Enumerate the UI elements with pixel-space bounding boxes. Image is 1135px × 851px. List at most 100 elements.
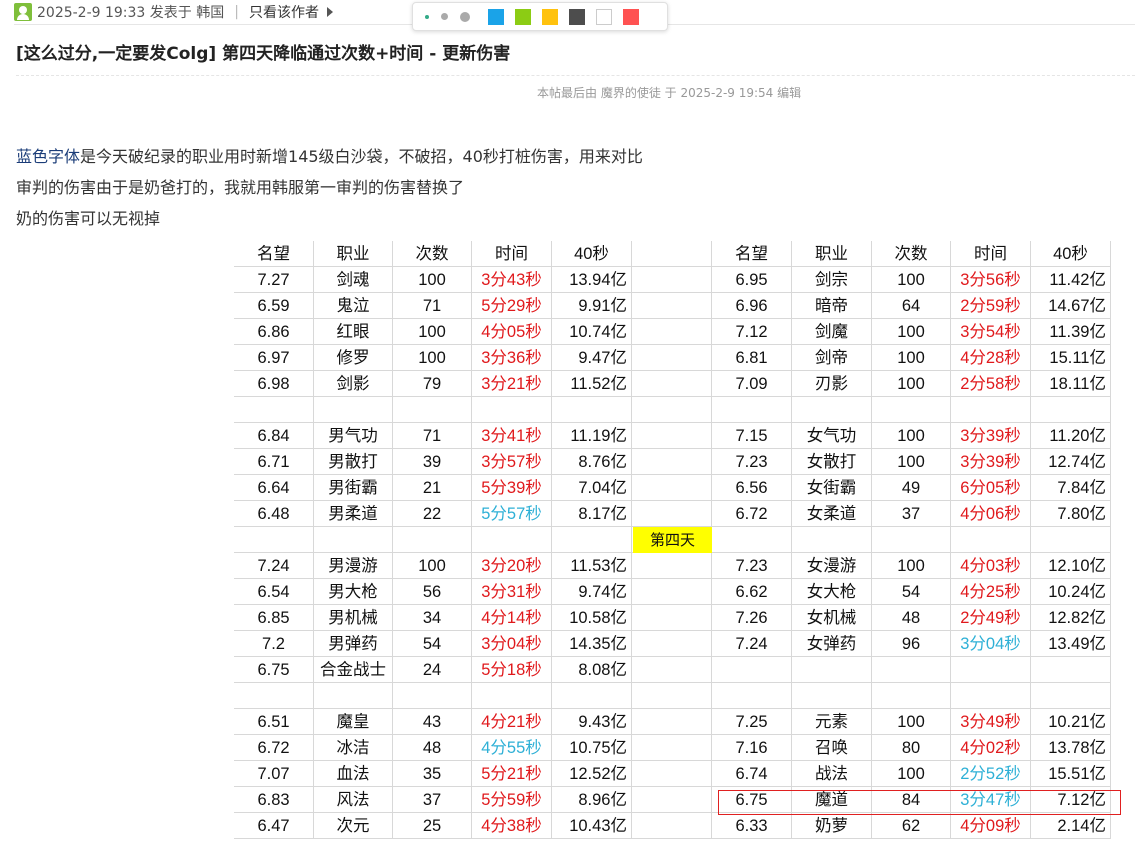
table-cell: 11.52亿 [552,371,632,397]
table-cell: 8.96亿 [552,787,632,813]
table-cell [712,527,792,553]
table-cell [712,397,792,423]
table-cell: 6.64 [234,475,314,501]
table-cell: 6.83 [234,787,314,813]
table-cell: 9.74亿 [552,579,632,605]
table-cell: 100 [872,553,951,579]
table-cell: 6.96 [712,293,792,319]
table-cell [632,709,712,735]
table-cell: 39 [393,449,472,475]
table-cell [234,527,314,553]
table-cell: 6.54 [234,579,314,605]
table-cell [632,397,712,423]
blue-text-label: 蓝色字体 [16,147,81,166]
table-cell: 48 [872,605,951,631]
table-cell: 3分39秒 [951,449,1031,475]
table-cell: 15.11亿 [1031,345,1111,371]
table-cell: 11.53亿 [552,553,632,579]
table-cell: 6.62 [712,579,792,605]
table-cell [632,423,712,449]
meta-separator: | [234,4,239,20]
table-cell: 男大枪 [314,579,393,605]
table-cell: 100 [872,761,951,787]
table-cell: 6.59 [234,293,314,319]
user-avatar-icon[interactable] [14,3,32,21]
table-cell: 女柔道 [792,501,872,527]
table-cell [632,657,712,683]
table-cell: 4分21秒 [472,709,552,735]
only-author-link[interactable]: 只看该作者 [249,2,319,22]
table-cell: 7.23 [712,449,792,475]
table-cell: 13.94亿 [552,267,632,293]
table-cell [712,657,792,683]
table-cell: 9.43亿 [552,709,632,735]
table-cell: 100 [872,423,951,449]
table-cell: 9.47亿 [552,345,632,371]
table-cell: 6.47 [234,813,314,839]
color-swatch[interactable] [515,8,531,25]
table-cell [951,527,1031,553]
table-cell: 10.24亿 [1031,579,1111,605]
table-cell: 3分04秒 [472,631,552,657]
brush-small-icon[interactable] [425,14,429,19]
table-cell: 7.12 [712,319,792,345]
table-cell: 6.84 [234,423,314,449]
table-cell: 100 [872,449,951,475]
table-cell: 6.75 [234,657,314,683]
brush-medium-icon[interactable] [441,13,448,20]
title-divider [16,75,1135,76]
table-cell: 6.95 [712,267,792,293]
table-cell: 15.51亿 [1031,761,1111,787]
brush-large-icon[interactable] [460,11,470,22]
table-cell [552,527,632,553]
color-swatch[interactable] [488,8,504,25]
table-cell: 2.14亿 [1031,813,1111,839]
table-cell: 7.24 [234,553,314,579]
table-cell [472,683,552,709]
table-cell: 次元 [314,813,393,839]
table-cell [1031,683,1111,709]
table-cell: 56 [393,579,472,605]
table-cell: 21 [393,475,472,501]
table-cell: 35 [393,761,472,787]
table-header-cell [632,241,712,267]
color-swatch[interactable] [596,8,612,25]
table-cell [632,631,712,657]
table-cell: 男散打 [314,449,393,475]
color-swatch[interactable] [623,8,639,25]
body-line-3: 奶的伤害可以无视掉 [16,209,161,228]
table-cell: 2分58秒 [951,371,1031,397]
table-cell: 6.81 [712,345,792,371]
table-cell: 修罗 [314,345,393,371]
table-cell: 96 [872,631,951,657]
table-cell: 7.15 [712,423,792,449]
table-cell: 风法 [314,787,393,813]
triangle-right-icon[interactable] [326,7,333,17]
table-cell: 100 [393,345,472,371]
table-cell: 100 [872,371,951,397]
table-cell [632,475,712,501]
table-cell: 5分29秒 [472,293,552,319]
table-cell: 女大枪 [792,579,872,605]
color-swatch[interactable] [542,8,558,25]
table-header-cell: 时间 [472,241,552,267]
table-cell: 3分36秒 [472,345,552,371]
table-cell: 4分03秒 [951,553,1031,579]
table-cell: 100 [393,319,472,345]
table-cell: 男弹药 [314,631,393,657]
table-cell: 剑魔 [792,319,872,345]
table-cell: 3分54秒 [951,319,1031,345]
color-swatch[interactable] [569,8,585,25]
table-cell: 魔皇 [314,709,393,735]
table-cell: 6.86 [234,319,314,345]
table-cell [792,657,872,683]
table-cell: 女机械 [792,605,872,631]
table-cell: 6分05秒 [951,475,1031,501]
table-cell [632,293,712,319]
table-cell [872,397,951,423]
table-cell [632,787,712,813]
table-cell [472,397,552,423]
table-cell [632,319,712,345]
table-cell: 男漫游 [314,553,393,579]
table-cell [632,449,712,475]
